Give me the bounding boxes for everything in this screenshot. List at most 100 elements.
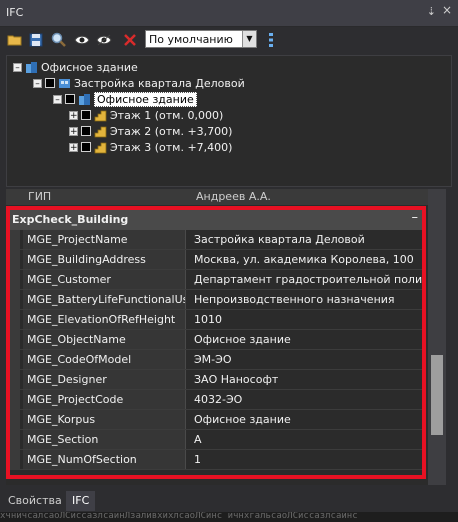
row-gutter	[10, 250, 20, 270]
chevron-down-icon[interactable]: ▼	[242, 31, 256, 47]
property-key: MGE_Customer	[23, 270, 186, 289]
search-icon[interactable]	[50, 31, 67, 48]
eye-hidden-icon[interactable]	[95, 31, 112, 48]
building-icon	[25, 61, 38, 74]
floor-icon	[94, 125, 107, 138]
building-icon	[78, 93, 91, 106]
property-key: MGE_ProjectName	[23, 230, 186, 249]
visibility-checkbox[interactable]	[81, 110, 91, 120]
close-icon[interactable]: ×	[442, 3, 452, 17]
property-value[interactable]: Департамент градостроительной политики г	[190, 270, 422, 289]
panel-titlebar: IFC ⇣ ×	[0, 0, 458, 27]
tree-node-root[interactable]: – Офисное здание	[13, 59, 138, 75]
eye-icon[interactable]	[73, 31, 90, 48]
property-value[interactable]: 1	[190, 450, 422, 469]
tree-node-floor[interactable]: + Этаж 1 (отм. 0,000)	[69, 107, 223, 123]
property-value[interactable]: Застройка квартала Деловой	[190, 230, 422, 249]
property-category-header[interactable]: ExpCheck_Building –	[10, 210, 422, 230]
property-row[interactable]: MGE_Customer Департамент градостроительно…	[10, 270, 422, 290]
property-key: MGE_Section	[23, 430, 186, 449]
property-row-gip[interactable]: ГИП Андреев А.А.	[6, 189, 446, 205]
tab-properties[interactable]: Свойства	[2, 491, 68, 511]
property-key: MGE_ProjectCode	[23, 390, 186, 409]
property-row[interactable]: MGE_BatteryLifeFunctionalUse Непроизводст…	[10, 290, 422, 310]
collapse-icon[interactable]: –	[412, 210, 419, 225]
panel-tabs: Свойства IFC	[0, 489, 458, 511]
property-key: MGE_Designer	[23, 370, 186, 389]
tab-ifc[interactable]: IFC	[66, 491, 96, 511]
property-key: MGE_BuildingAddress	[23, 250, 186, 269]
pin-icon[interactable]: ⇣	[427, 5, 436, 18]
open-folder-icon[interactable]	[6, 31, 23, 48]
property-grid: ГИП Андреев А.А. ExpCheck_Building – MGE…	[6, 189, 446, 485]
property-key: MGE_ObjectName	[23, 330, 186, 349]
visibility-checkbox[interactable]	[65, 94, 75, 104]
property-key: MGE_BatteryLifeFunctionalUse	[23, 290, 186, 309]
view-mode-select[interactable]: По умолчанию ▼	[145, 30, 257, 48]
scrollbar-thumb[interactable]	[431, 355, 443, 435]
property-row[interactable]: MGE_BuildingAddress Москва, ул. академика…	[10, 250, 422, 270]
collapse-icon[interactable]: –	[13, 62, 22, 72]
property-key: MGE_NumOfSection	[23, 450, 186, 469]
collapse-icon[interactable]: –	[53, 94, 62, 104]
property-row[interactable]: MGE_ProjectCode 4032-ЭО	[10, 390, 422, 410]
panel-title: IFC	[6, 6, 24, 19]
property-value[interactable]: 1010	[190, 310, 422, 329]
tree-node-label: Этаж 1 (отм. 0,000)	[110, 108, 224, 122]
floor-icon	[94, 109, 107, 122]
property-row[interactable]: MGE_NumOfSection 1	[10, 450, 422, 470]
row-gutter	[10, 410, 20, 430]
property-value[interactable]: Офисное здание	[190, 330, 422, 349]
row-gutter	[10, 270, 20, 290]
property-value[interactable]: ЭМ-ЭО	[190, 350, 422, 369]
visibility-checkbox[interactable]	[45, 78, 55, 88]
property-grid-scrollbar[interactable]	[428, 189, 446, 485]
tree-node-building[interactable]: – Офисное здание	[53, 91, 197, 107]
model-tree: – Офисное здание – Застройка квартала Де…	[6, 55, 452, 187]
property-key: ГИП	[28, 190, 52, 203]
tree-node-label: Офисное здание	[41, 60, 138, 74]
property-key: MGE_ElevationOfRefHeight	[23, 310, 186, 329]
property-row[interactable]: MGE_ObjectName Офисное здание	[10, 330, 422, 350]
property-row[interactable]: MGE_Section A	[10, 430, 422, 450]
status-strip-text: хчничсалсаоЛСиссазлсаинЛзаливхихлсаоЛСин…	[0, 512, 358, 521]
property-value[interactable]: Офисное здание	[190, 410, 422, 429]
site-icon	[58, 77, 71, 90]
property-row[interactable]: MGE_ElevationOfRefHeight 1010	[10, 310, 422, 330]
tree-node-project[interactable]: – Застройка квартала Деловой	[33, 75, 245, 91]
row-gutter	[10, 370, 20, 390]
expand-icon[interactable]: +	[69, 142, 78, 152]
filter-icon[interactable]	[262, 31, 279, 48]
property-key: MGE_Korpus	[23, 410, 186, 429]
tree-node-label: Этаж 3 (отм. +7,400)	[110, 140, 233, 154]
row-gutter	[10, 390, 20, 410]
property-value[interactable]: Непроизводственного назначения	[190, 290, 422, 309]
tree-node-floor[interactable]: + Этаж 3 (отм. +7,400)	[69, 139, 232, 155]
row-gutter	[10, 290, 20, 310]
collapse-icon[interactable]: –	[33, 78, 42, 88]
property-value[interactable]: A	[190, 430, 422, 449]
row-gutter	[10, 330, 20, 350]
status-strip: хчничсалсаоЛСиссазлсаинЛзаливхихлсаоЛСин…	[0, 512, 458, 522]
property-row[interactable]: MGE_CodeOfModel ЭМ-ЭО	[10, 350, 422, 370]
visibility-checkbox[interactable]	[81, 126, 91, 136]
row-gutter	[10, 350, 20, 370]
property-row[interactable]: MGE_Designer ЗАО Нанософт	[10, 370, 422, 390]
property-value[interactable]: ЗАО Нанософт	[190, 370, 422, 389]
property-row[interactable]: MGE_Korpus Офисное здание	[10, 410, 422, 430]
category-title: ExpCheck_Building	[12, 213, 129, 226]
visibility-checkbox[interactable]	[81, 142, 91, 152]
property-row[interactable]: MGE_ProjectName Застройка квартала Делово…	[10, 230, 422, 250]
save-icon[interactable]	[27, 31, 44, 48]
property-value[interactable]: Москва, ул. академика Королева, 100	[190, 250, 422, 269]
floor-icon	[94, 141, 107, 154]
tree-node-floor[interactable]: + Этаж 2 (отм. +3,700)	[69, 123, 232, 139]
delete-icon[interactable]	[121, 31, 138, 48]
row-gutter	[10, 310, 20, 330]
property-value[interactable]: 4032-ЭО	[190, 390, 422, 409]
expand-icon[interactable]: +	[69, 110, 78, 120]
property-value: Андреев А.А.	[196, 190, 271, 203]
row-gutter	[10, 230, 20, 250]
row-gutter	[10, 430, 20, 450]
expand-icon[interactable]: +	[69, 126, 78, 136]
